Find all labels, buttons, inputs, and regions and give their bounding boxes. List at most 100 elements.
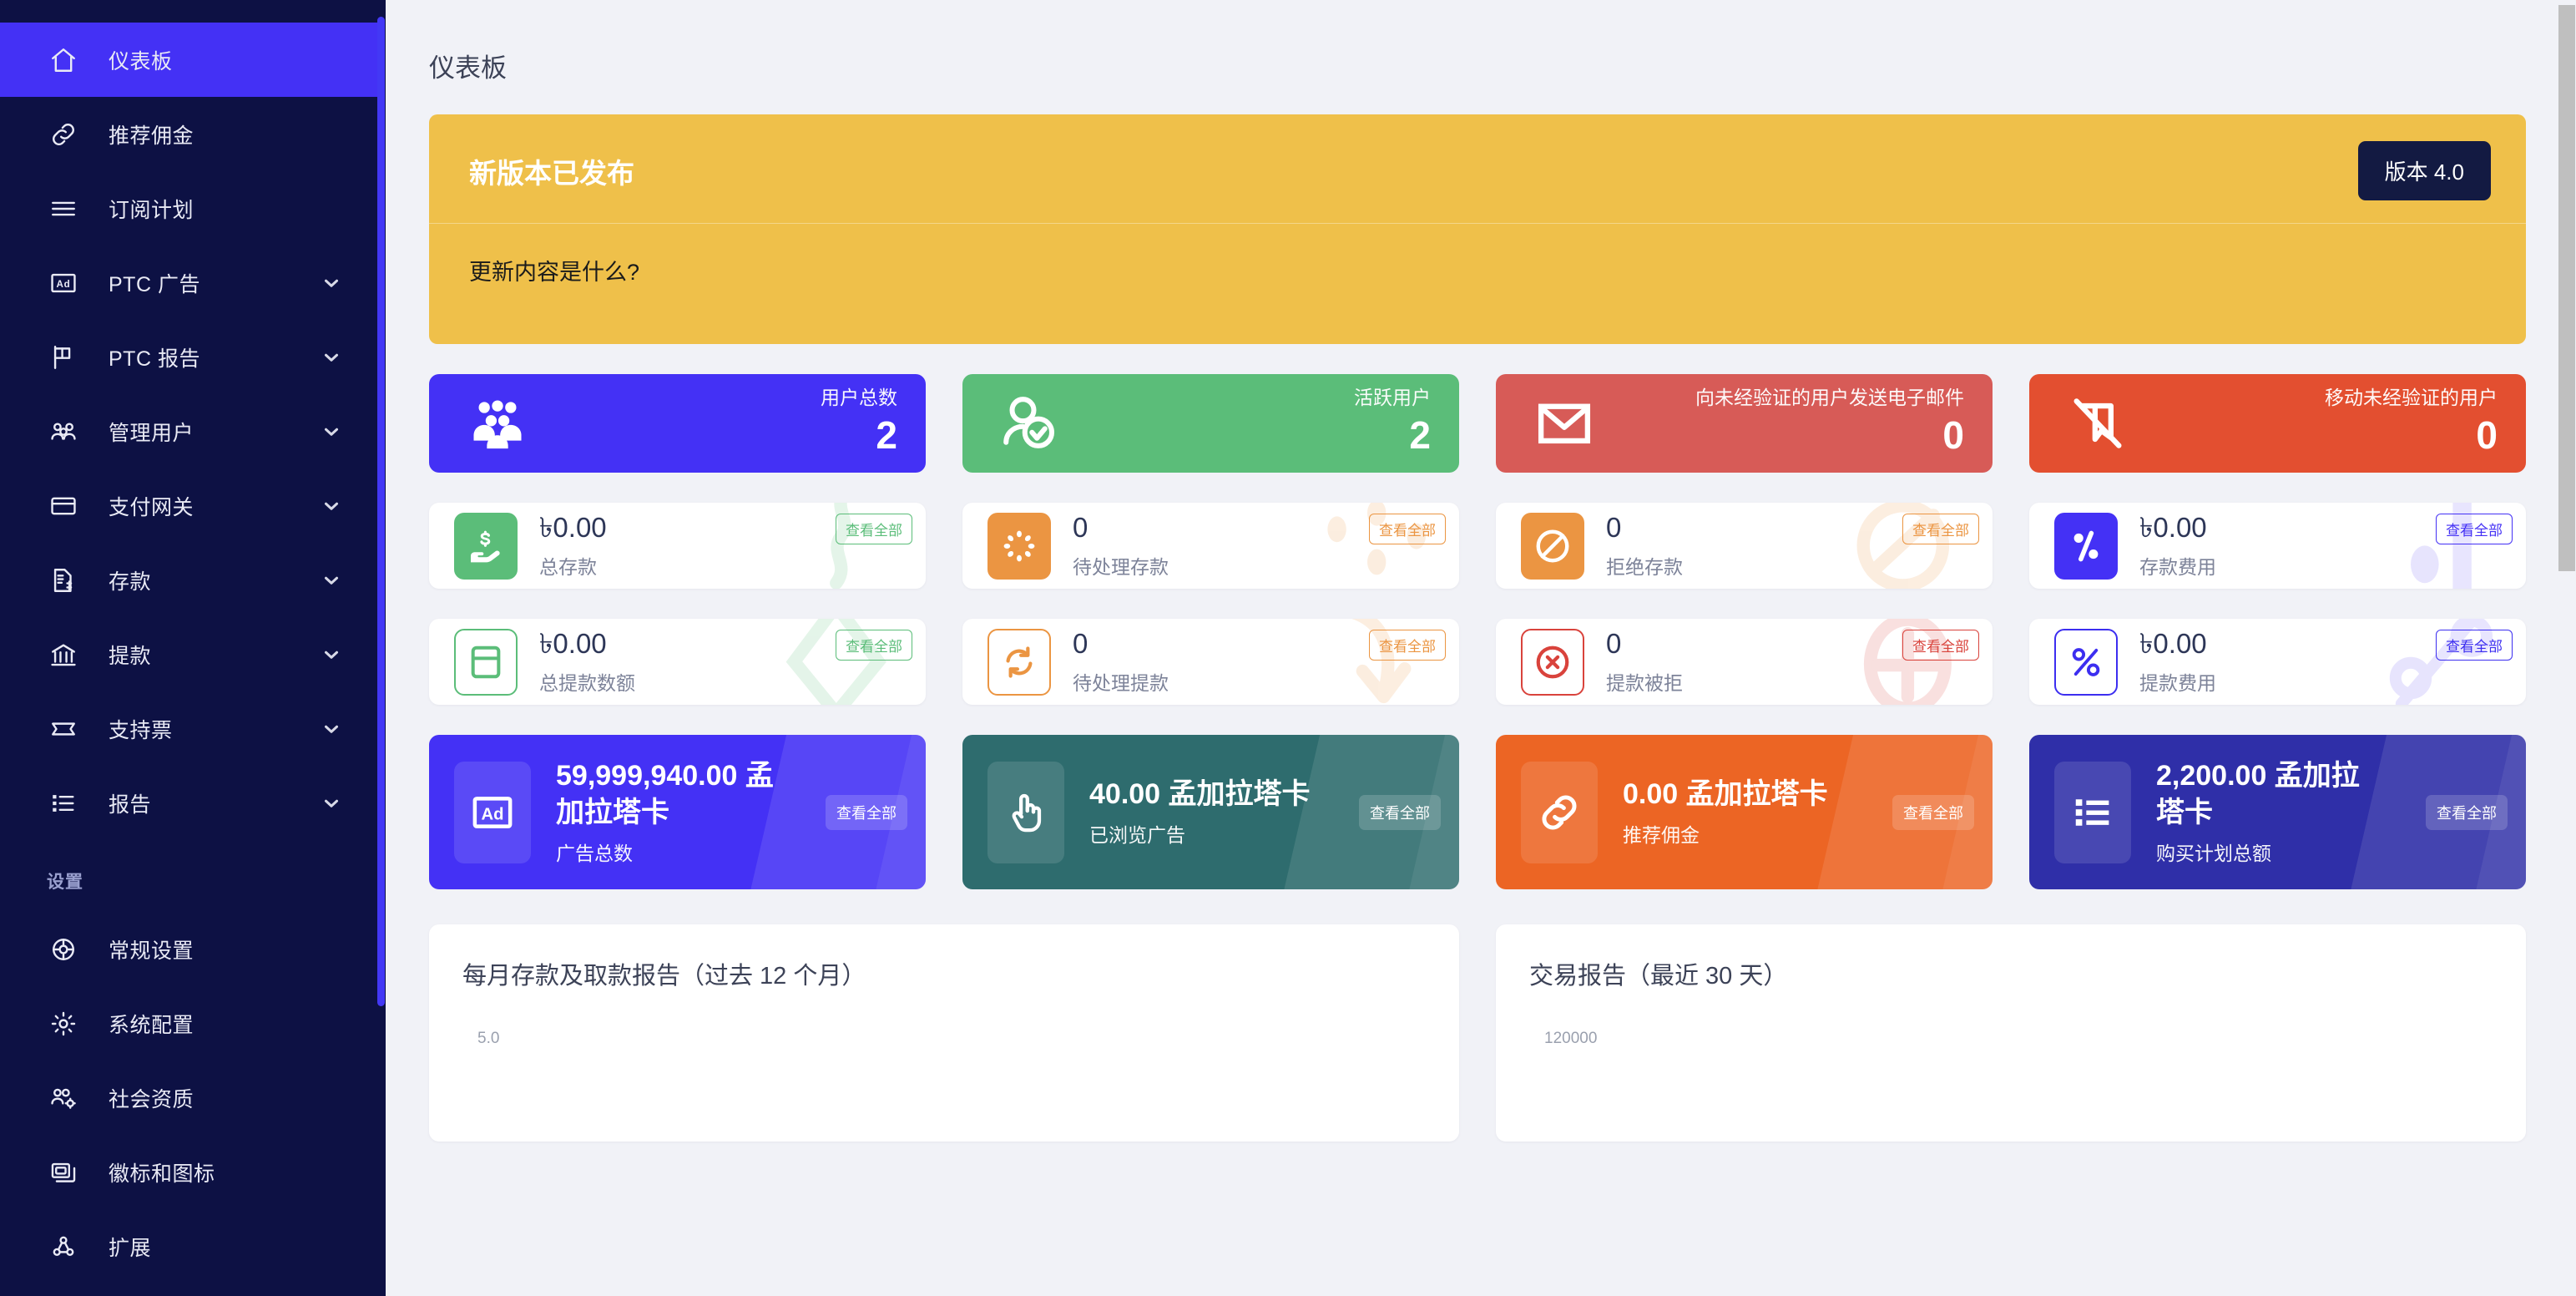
chart-card: 每月存款及取款报告（过去 12 个月）5.0 (429, 924, 1459, 1142)
view-all-badge[interactable]: 查看全部 (2436, 514, 2513, 544)
sidebar-item-9[interactable]: 支持票 (0, 691, 386, 766)
card-body: ৳0.00存款费用 (2139, 512, 2216, 580)
sidebar-item-2[interactable]: 订阅计划 (0, 171, 386, 246)
view-all-badge[interactable]: 查看全部 (2426, 795, 2508, 830)
sidebar-item-4[interactable]: 扩展 (0, 1209, 386, 1283)
view-all-badge[interactable]: 查看全部 (2436, 630, 2513, 661)
sidebar-item-label: 仪表板 (109, 45, 342, 75)
stat-card[interactable]: 向未经验证的用户发送电子邮件0 (1496, 374, 1993, 473)
sidebar-item-5[interactable]: 管理用户 (0, 394, 386, 468)
stat-card[interactable]: 用户总数2 (429, 374, 926, 473)
new-version-banner: 新版本已发布 更新内容是什么? 版本 4.0 (429, 114, 2526, 344)
sidebar-item-label: 常规设置 (109, 934, 342, 964)
chevron-down-icon[interactable] (321, 347, 342, 368)
deposit-card[interactable]: 0拒绝存款查看全部 (1496, 503, 1993, 589)
view-all-badge[interactable]: 查看全部 (1359, 795, 1441, 830)
sidebar-item-10[interactable]: 报告 (0, 766, 386, 840)
card-value: 0 (1073, 628, 1169, 660)
money-cards-row: Ad59,999,940.00 孟加拉塔卡广告总数查看全部40.00 孟加拉塔卡… (429, 735, 2526, 889)
mobile-slash-icon (2058, 392, 2138, 455)
view-all-badge[interactable]: 查看全部 (1892, 795, 1974, 830)
chevron-down-icon[interactable] (321, 644, 342, 666)
svg-text:Ad: Ad (482, 805, 504, 823)
card-value: 0 (1606, 512, 1683, 544)
withdraw-card[interactable]: 0 待处理提款 查看全部 (962, 619, 1459, 705)
card-value: ৳0.00 (2139, 628, 2216, 660)
settings-circle-icon (47, 933, 80, 966)
card-value: ৳0.00 (539, 628, 635, 660)
card-value: 59,999,940.00 孟加拉塔卡 (556, 758, 784, 831)
hand-dollar-icon (454, 513, 518, 580)
money-card[interactable]: 40.00 孟加拉塔卡已浏览广告查看全部 (962, 735, 1459, 889)
chevron-down-icon[interactable] (321, 495, 342, 517)
sidebar-item-6[interactable]: 支付网关 (0, 468, 386, 543)
view-all-badge[interactable]: 查看全部 (826, 795, 907, 830)
view-all-badge[interactable]: 查看全部 (1369, 630, 1446, 661)
money-card[interactable]: 0.00 孟加拉塔卡推荐佣金查看全部 (1496, 735, 1993, 889)
deposit-card[interactable]: ৳0.00 总存款 查看全部 (429, 503, 926, 589)
sidebar-item-label: 系统配置 (109, 1009, 342, 1039)
image-stack-icon (47, 1156, 80, 1189)
percent-outline-icon (2054, 629, 2118, 696)
sidebar-item-8[interactable]: 提款 (0, 617, 386, 691)
ticket-icon (47, 712, 80, 746)
sidebar-item-label: 徽标和图标 (109, 1157, 342, 1187)
chevron-down-icon[interactable] (321, 718, 342, 740)
withdraw-card[interactable]: ৳0.00总提款数额查看全部 (429, 619, 926, 705)
stat-card-label: 移动未经验证的用户 (2325, 387, 2498, 408)
bank-icon (47, 638, 80, 671)
sidebar-item-1[interactable]: 系统配置 (0, 986, 386, 1061)
chevron-down-icon[interactable] (321, 792, 342, 814)
main-scrollbar-track[interactable] (2558, 0, 2576, 1296)
money-card[interactable]: Ad59,999,940.00 孟加拉塔卡广告总数查看全部 (429, 735, 926, 889)
withdraw-card[interactable]: 0提款被拒查看全部 (1496, 619, 1993, 705)
stat-card-text: 向未经验证的用户发送电子邮件0 (1604, 387, 1964, 460)
sidebar-settings-list: 常规设置系统配置社会资质徽标和图标扩展 (0, 912, 386, 1283)
money-card[interactable]: 2,200.00 孟加拉塔卡购买计划总额查看全部 (2029, 735, 2526, 889)
view-all-badge[interactable]: 查看全部 (836, 514, 912, 544)
sidebar-item-label: 社会资质 (109, 1083, 342, 1113)
sidebar-item-label: 支持票 (109, 714, 321, 744)
stat-card-value: 0 (2138, 412, 2498, 460)
sidebar-item-0[interactable]: 仪表板 (0, 23, 386, 97)
document-dollar-icon (47, 564, 80, 597)
sidebar-item-1[interactable]: 推荐佣金 (0, 97, 386, 171)
sidebar-top-spacer (0, 0, 386, 23)
chart-title: 交易报告（最近 30 天） (1529, 956, 2493, 991)
card-label: 待处理提款 (1073, 667, 1169, 696)
withdraw-card[interactable]: ৳0.00提款费用查看全部 (2029, 619, 2526, 705)
chevron-down-icon[interactable] (321, 570, 342, 591)
card-value: ৳0.00 (539, 512, 607, 544)
card-label: 总存款 (539, 551, 607, 580)
stat-card-label: 活跃用户 (1354, 387, 1431, 408)
sidebar-item-3[interactable]: AdPTC 广告 (0, 246, 386, 320)
chevron-down-icon[interactable] (321, 421, 342, 443)
chevron-down-icon[interactable] (321, 272, 342, 294)
sidebar-item-7[interactable]: 存款 (0, 543, 386, 617)
sidebar-scrollbar-thumb[interactable] (377, 17, 385, 1006)
stat-card[interactable]: 活跃用户2 (962, 374, 1459, 473)
view-all-badge[interactable]: 查看全部 (1902, 514, 1979, 544)
view-all-badge[interactable]: 查看全部 (1369, 514, 1446, 544)
deposit-card[interactable]: ৳0.00存款费用 查看全部 (2029, 503, 2526, 589)
refresh-outline-icon (987, 629, 1051, 696)
sidebar-item-4[interactable]: PTC 报告 (0, 320, 386, 394)
view-all-badge[interactable]: 查看全部 (1902, 630, 1979, 661)
users-group-icon (47, 415, 80, 448)
app-root: 仪表板推荐佣金订阅计划AdPTC 广告PTC 报告管理用户支付网关存款提款支持票… (0, 0, 2576, 1296)
view-all-badge[interactable]: 查看全部 (836, 630, 912, 661)
chart-title: 每月存款及取款报告（过去 12 个月） (462, 956, 1426, 991)
sidebar-item-2[interactable]: 社会资质 (0, 1061, 386, 1135)
banner-divider (429, 223, 2526, 224)
y-axis-tick: 120000 (1544, 1030, 1597, 1048)
main-scrollbar-thumb[interactable] (2558, 5, 2575, 571)
sidebar-item-3[interactable]: 徽标和图标 (0, 1135, 386, 1209)
card-value: 0 (1073, 512, 1169, 544)
card-value: 0.00 孟加拉塔卡 (1623, 777, 1828, 813)
sidebar-item-0[interactable]: 常规设置 (0, 912, 386, 986)
deposit-card[interactable]: 0待处理存款查看全部 (962, 503, 1459, 589)
version-badge[interactable]: 版本 4.0 (2358, 141, 2491, 200)
charts-row: 每月存款及取款报告（过去 12 个月）5.0 交易报告（最近 30 天） 12000… (429, 924, 2526, 1142)
stat-card[interactable]: 移动未经验证的用户 0 (2029, 374, 2526, 473)
sidebar-scrollbar-track[interactable] (377, 0, 386, 1296)
